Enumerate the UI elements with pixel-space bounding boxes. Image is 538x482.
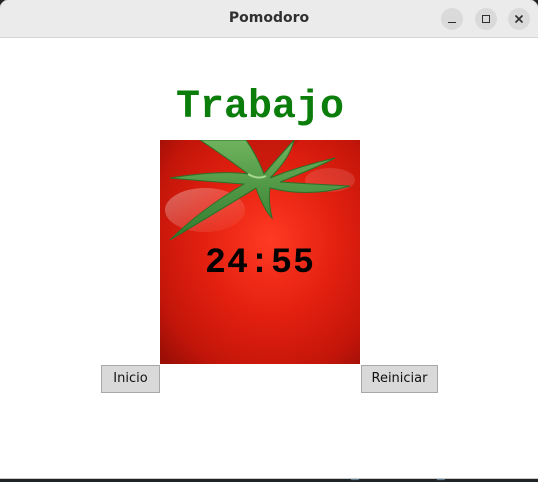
minimize-button[interactable]: [441, 8, 463, 30]
start-button[interactable]: Inicio: [101, 365, 160, 393]
maximize-icon: [482, 15, 490, 23]
mode-label: Trabajo: [175, 85, 345, 130]
pomodoro-window: Pomodoro Trabajo 24:55 Inicio Reiniciar: [0, 0, 538, 478]
minimize-icon: [448, 22, 456, 23]
close-icon: [514, 14, 524, 24]
timer-display: 24:55: [204, 243, 316, 283]
title-bar[interactable]: Pomodoro: [0, 0, 538, 38]
close-button[interactable]: [508, 8, 530, 30]
reset-button[interactable]: Reiniciar: [361, 365, 438, 393]
app-canvas: Trabajo 24:55 Inicio Reiniciar: [0, 38, 538, 478]
maximize-button[interactable]: [475, 8, 497, 30]
